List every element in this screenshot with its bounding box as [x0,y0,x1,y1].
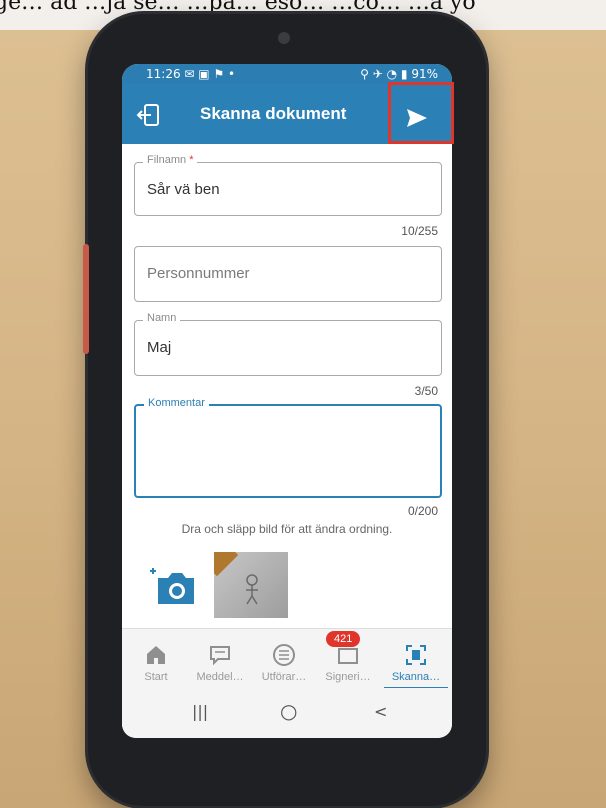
page-title: Skanna dokument [200,104,347,123]
name-counter: 3/50 [414,384,438,398]
home-icon [147,646,165,664]
notification-icons: ✉ ▣ ⚑ • [184,67,236,81]
nav-messages[interactable]: Meddel… [188,629,252,689]
nav-signing[interactable]: 421 Signeri… [316,629,380,689]
scan-icon [406,645,426,665]
comment-counter: 0/200 [407,504,438,518]
drag-hint: Dra och släpp bild för att ändra ordning… [181,522,393,536]
nav-start[interactable]: Start [124,629,188,689]
home-button[interactable]: ○ [280,699,297,723]
background-text: ge… ad …ja se… …pa… eso… …co… …a yo [0,0,476,15]
comment-field[interactable]: Kommentar [134,397,442,498]
nav-performers[interactable]: Utförar… [252,629,316,689]
signing-badge: 421 [326,631,361,647]
nav-scan-label: Skanna… [391,671,441,683]
phone-screen: 11:26 ✉ ▣ ⚑ • ⚲ ✈ ◔ ▮ 91% Skanna dokumen… [122,64,452,738]
personnummer-field[interactable]: Personnummer [134,246,442,302]
nav-messages-label: Meddel… [196,671,244,683]
status-right: ⚲ ✈ ◔ ▮ 91% [360,67,438,81]
clock: 11:26 [146,67,181,81]
nav-performers-label: Utförar… [261,671,307,683]
app-bar: Skanna dokument [122,84,452,144]
comment-label: Kommentar [144,397,209,409]
filename-label: Filnamn * [143,154,198,166]
system-navigation: ||| ○ < [122,688,452,738]
nav-start-label: Start [144,671,168,683]
add-camera-icon [150,568,194,604]
back-button[interactable]: < [374,702,387,721]
status-bar: 11:26 ✉ ▣ ⚑ • ⚲ ✈ ◔ ▮ 91% [122,64,452,84]
camera-icon [278,32,290,44]
send-icon [407,109,427,127]
signal-icon: ⚲ ✈ ◔ ▮ [360,67,408,81]
battery-level: 91% [411,67,438,81]
filename-field[interactable]: Filnamn * Sår vä ben [134,154,442,216]
send-button[interactable] [392,98,442,138]
name-label: Namn [143,312,181,324]
recents-button[interactable]: ||| [192,702,208,721]
add-photo-button[interactable] [134,552,212,618]
side-button [83,244,89,354]
nav-scan[interactable]: Skanna… [384,629,448,689]
nav-signing-label: Signeri… [325,671,371,683]
exit-icon[interactable] [136,102,162,128]
message-icon [210,646,230,666]
scanned-image-thumbnail[interactable] [214,552,288,618]
name-value: Maj [147,339,172,356]
bottom-navigation: Start Meddel… Utförar… 421 Signeri… Skan… [122,628,452,689]
personnummer-placeholder: Personnummer [147,265,250,282]
filename-counter: 10/255 [401,224,438,238]
filename-value: Sår vä ben [147,181,220,198]
name-field[interactable]: Namn Maj [134,312,442,376]
list-icon [273,644,295,666]
status-time: 11:26 ✉ ▣ ⚑ • [146,67,235,81]
